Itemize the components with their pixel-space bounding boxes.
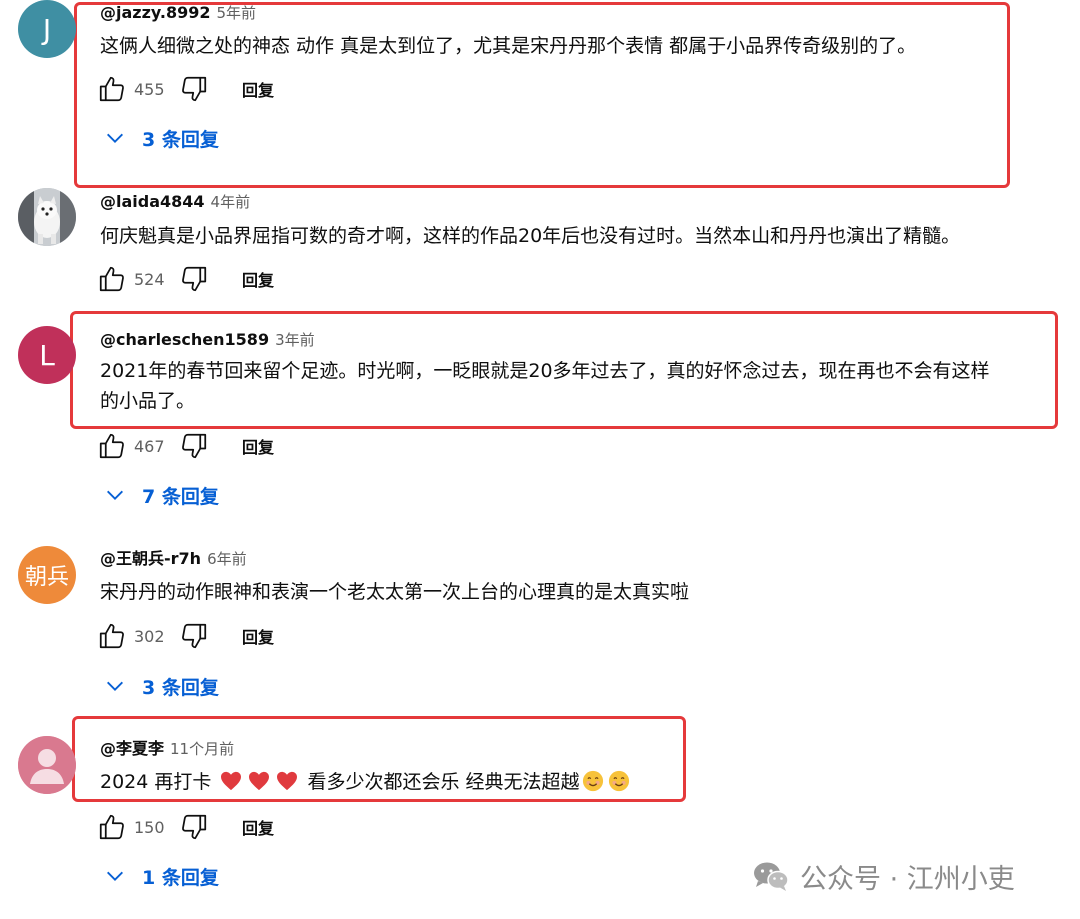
comment-text-part: 看多少次都还会乐 经典无法超越 [307, 771, 580, 793]
wechat-icon [754, 862, 789, 891]
chevron-down-icon [107, 490, 123, 500]
comment-text-line: 2021年的春节回来留个足迹。时光啊，一眨眼就是20多年过去了，真的好怀念过去，… [100, 360, 990, 382]
comment-time[interactable]: 5年前 [216, 4, 256, 22]
chevron-down-icon [107, 133, 123, 143]
like-count: 467 [134, 436, 165, 456]
like-icon[interactable] [96, 73, 128, 105]
avatar-initial: 朝兵 [24, 565, 69, 590]
heart-emoji-icon [249, 771, 270, 791]
avatar[interactable] [18, 736, 76, 794]
comment-text-line: 的小品了。 [100, 390, 196, 412]
reply-button[interactable]: 回复 [242, 77, 274, 101]
replies-count-label: 1 条回复 [142, 866, 219, 889]
replies-count-label: 3 条回复 [142, 676, 219, 699]
avatar-initial: L [39, 338, 55, 372]
comment-actions: 150 回复 [96, 810, 274, 844]
view-replies-button[interactable]: 1 条回复 [104, 860, 219, 892]
avatar[interactable] [18, 188, 76, 246]
comment-text: 何庆魁真是小品界屈指可数的奇才啊，这样的作品20年后也没有过时。当然本山和丹丹也… [100, 225, 961, 247]
watermark: 公众号 · 江州小吏 [752, 856, 1015, 896]
like-icon[interactable] [96, 430, 128, 462]
comment-text-part: 2024 再打卡 [100, 771, 212, 793]
author-line: @laida4844 4年前 [100, 191, 250, 213]
like-icon[interactable] [96, 620, 128, 652]
default-user-icon [18, 736, 76, 794]
author-name[interactable]: @王朝兵-r7h [100, 549, 201, 568]
author-line: @李夏李 11个月前 [100, 738, 234, 760]
comment-text: 2024 再打卡 看多少次都还会乐 经典无法超越 [100, 767, 1060, 797]
author-name[interactable]: @charleschen1589 [100, 330, 269, 349]
comment-text: 2021年的春节回来留个足迹。时光啊，一眨眼就是20多年过去了，真的好怀念过去，… [100, 356, 1060, 416]
comment-actions: 302 回复 [96, 619, 274, 653]
avatar[interactable]: L [18, 326, 76, 384]
smile-emoji-icon [608, 770, 629, 792]
comment-time[interactable]: 3年前 [275, 331, 315, 349]
like-icon[interactable] [96, 811, 128, 843]
like-count: 455 [134, 79, 165, 99]
like-count: 302 [134, 626, 165, 646]
dislike-icon[interactable] [178, 620, 210, 652]
like-count: 150 [134, 817, 165, 837]
author-name[interactable]: @jazzy.8992 [100, 3, 210, 22]
watermark-text: 公众号 · 江州小吏 [800, 863, 1015, 895]
comment-text: 这俩人细微之处的神态 动作 真是太到位了，尤其是宋丹丹那个表情 都属于小品界传奇… [100, 35, 917, 57]
view-replies-button[interactable]: 3 条回复 [104, 122, 219, 154]
author-line: @王朝兵-r7h 6年前 [100, 548, 247, 570]
heart-emoji-icon [277, 771, 298, 791]
view-replies-button[interactable]: 3 条回复 [104, 670, 219, 702]
replies-count-label: 3 条回复 [142, 128, 219, 151]
author-line: @charleschen1589 3年前 [100, 329, 315, 351]
avatar[interactable]: 朝兵 [18, 546, 76, 604]
dislike-icon[interactable] [178, 73, 210, 105]
reply-button[interactable]: 回复 [242, 624, 274, 648]
dislike-icon[interactable] [178, 811, 210, 843]
comment-text: 宋丹丹的动作眼神和表演一个老太太第一次上台的心理真的是太真实啦 [100, 581, 690, 603]
like-count: 524 [134, 269, 165, 289]
like-icon[interactable] [96, 263, 128, 295]
view-replies-button[interactable]: 7 条回复 [104, 479, 219, 511]
comment-time[interactable]: 4年前 [211, 193, 251, 211]
avatar[interactable]: J [18, 0, 76, 58]
comment-actions: 467 回复 [96, 429, 274, 463]
dislike-icon[interactable] [178, 263, 210, 295]
comment-time[interactable]: 6年前 [207, 550, 247, 568]
comment-actions: 524 回复 [96, 262, 274, 296]
comment-actions: 455 回复 [96, 72, 274, 106]
author-name[interactable]: @laida4844 [100, 192, 205, 211]
chevron-down-icon [107, 871, 123, 881]
heart-emoji-icon [221, 771, 242, 791]
comment-time[interactable]: 11个月前 [170, 740, 234, 758]
reply-button[interactable]: 回复 [242, 434, 274, 458]
dog-photo-avatar [18, 188, 76, 246]
smile-emoji-icon [582, 770, 603, 792]
reply-button[interactable]: 回复 [242, 815, 274, 839]
chevron-down-icon [107, 681, 123, 691]
dislike-icon[interactable] [178, 430, 210, 462]
avatar-initial: J [42, 12, 52, 46]
reply-button[interactable]: 回复 [242, 267, 274, 291]
replies-count-label: 7 条回复 [142, 485, 219, 508]
author-name[interactable]: @李夏李 [100, 739, 164, 758]
author-line: @jazzy.8992 5年前 [100, 2, 256, 24]
